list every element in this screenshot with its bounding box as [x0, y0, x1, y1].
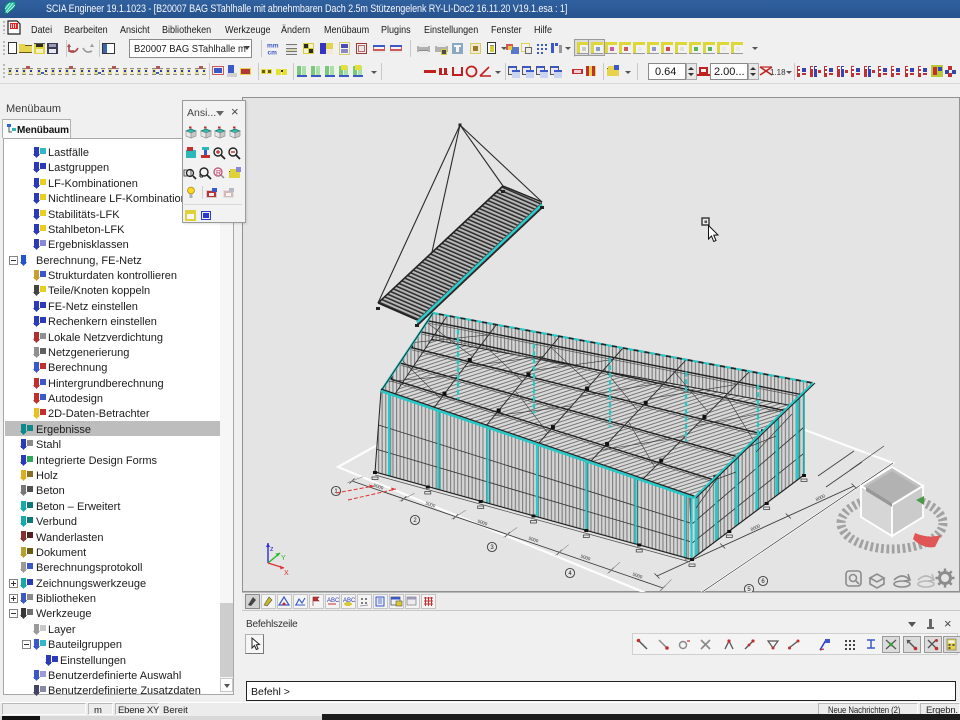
svg-text:z: z — [270, 546, 274, 553]
svg-text:ABC: ABC — [327, 598, 339, 604]
svg-text:mm: mm — [267, 43, 279, 50]
svg-text:X: X — [284, 570, 289, 577]
svg-text:R: R — [216, 170, 221, 177]
svg-text:Y: Y — [281, 555, 286, 562]
svg-text:cm: cm — [268, 50, 278, 57]
